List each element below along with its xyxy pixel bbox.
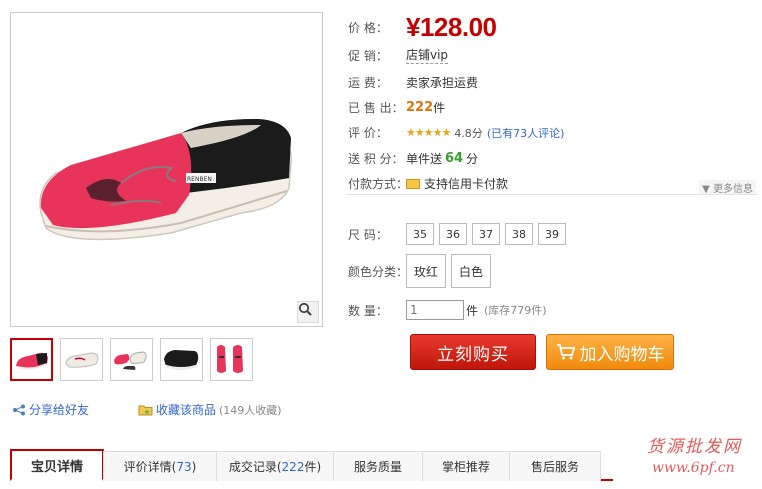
size-option-35[interactable]: 35 (406, 223, 434, 245)
shoe-brand-text: RENBEN (187, 176, 212, 183)
sold-label: 已 售 出： (348, 101, 404, 115)
thumbnail-2[interactable] (60, 338, 103, 381)
payment-row: 付款方式： 支持信用卡付款 (348, 175, 508, 192)
cart-icon (556, 344, 575, 360)
tab-label: 服务质量 (353, 460, 402, 474)
more-info-button[interactable]: ▼ 更多信息 (699, 180, 756, 195)
thumbnail-strip (10, 338, 253, 381)
size-option-36[interactable]: 36 (439, 223, 467, 245)
thumbnail-1[interactable] (10, 338, 53, 381)
promo-label: 促 销： (348, 48, 388, 63)
tab-label: 评价详情( (123, 460, 177, 474)
tab-label: 成交记录( (228, 460, 282, 474)
tab-count: 222 (281, 459, 305, 474)
tab-4[interactable]: 服务质量 (333, 451, 423, 481)
magnifier-icon (298, 302, 312, 316)
promo-value[interactable]: 店铺vip (406, 46, 449, 64)
section-divider (346, 194, 758, 195)
color-options: 玫红 白色 (406, 254, 496, 288)
price-label: 价 格： (348, 21, 388, 35)
rating-label: 评 价： (348, 126, 388, 140)
sold-unit: 件 (433, 101, 446, 115)
quantity-input[interactable]: 1 (406, 300, 464, 320)
size-label: 尺 码： (348, 227, 388, 242)
tab-3[interactable]: 成交记录(222 件) (216, 451, 334, 481)
tab-suffix: 件) (304, 460, 322, 474)
size-option-37[interactable]: 37 (472, 223, 500, 245)
size-option-38[interactable]: 38 (505, 223, 533, 245)
shipping-row: 运 费： 卖家承担运费 (348, 74, 478, 91)
size-options: 35 36 37 38 39 (406, 223, 566, 245)
quantity-row: 数 量： 1 件 (库存779件) (348, 300, 547, 320)
folder-star-icon (138, 405, 153, 415)
shipping-value: 卖家承担运费 (406, 76, 479, 90)
points-label: 送 积 分： (348, 152, 404, 166)
shipping-label: 运 费： (348, 76, 388, 90)
tab-5[interactable]: 掌柜推荐 (422, 451, 510, 481)
color-option-2[interactable]: 白色 (451, 254, 492, 288)
thumbnail-3[interactable] (110, 338, 153, 381)
color-label: 颜色分类： (348, 264, 409, 279)
price-row: 价 格： ¥128.00 (348, 12, 497, 43)
credit-card-icon (406, 178, 420, 189)
buy-now-label: 立刻购买 (437, 344, 509, 365)
color-row: 颜色分类： 玫红 白色 (348, 254, 496, 288)
favorite-count: (149人收藏) (219, 403, 282, 417)
points-row: 送 积 分： 单件送 64 分 (348, 150, 478, 167)
shoe-image: RENBEN (39, 118, 292, 241)
tab-suffix: ) (191, 459, 197, 474)
tab-label: 宝贝详情 (30, 459, 83, 475)
favorite-label: 收藏该商品 (156, 403, 217, 417)
stock-count: (库存779件) (484, 304, 547, 317)
size-option-39[interactable]: 39 (538, 223, 566, 245)
promo-row: 促 销： 店铺vip (348, 46, 449, 64)
tab-6[interactable]: 售后服务 (509, 451, 601, 481)
payment-label: 付款方式： (348, 177, 409, 191)
thumbnail-4[interactable] (160, 338, 203, 381)
zoom-button[interactable] (297, 301, 319, 323)
rating-review-link[interactable]: (已有73人评论) (487, 125, 565, 141)
sold-row: 已 售 出： 222 件 (348, 99, 445, 116)
tab-label: 掌柜推荐 (441, 460, 490, 474)
main-product-image[interactable]: RENBEN (10, 12, 323, 327)
payment-value: 支持信用卡付款 (424, 177, 509, 191)
price-value: ¥128.00 (406, 12, 497, 42)
tab-count: 73 (176, 459, 192, 474)
quantity-unit: 件 (466, 303, 479, 318)
add-to-cart-button[interactable]: 加入购物车 (546, 334, 674, 370)
add-to-cart-label: 加入购物车 (579, 344, 665, 365)
share-link[interactable]: 分享给好友 (12, 401, 89, 418)
rating-stars-icon: ★★★★★ (406, 126, 451, 139)
quantity-label: 数 量： (348, 303, 388, 318)
size-row: 尺 码： 35 36 37 38 39 (348, 223, 566, 245)
favorite-link[interactable]: 收藏该商品 (149人收藏) (138, 401, 282, 418)
watermark-url: www.6pf.cn (652, 460, 735, 476)
rating-score: 4.8分 (454, 126, 483, 140)
points-prefix: 单件送 (406, 152, 443, 166)
detail-tab-bar: 宝贝详情 评价详情(73) 成交记录(222 件) 服务质量 掌柜推荐 售后服务 (10, 449, 613, 481)
tab-1[interactable]: 宝贝详情 (10, 449, 104, 481)
share-label: 分享给好友 (29, 403, 90, 417)
points-value: 64 (445, 151, 464, 166)
watermark-title: 货源批发网 (647, 437, 742, 457)
points-unit: 分 (466, 152, 479, 166)
tab-2[interactable]: 评价详情(73) (103, 451, 217, 481)
sold-count: 222 (406, 100, 434, 115)
tab-label: 售后服务 (530, 460, 579, 474)
thumbnail-5[interactable] (210, 338, 253, 381)
color-option-1[interactable]: 玫红 (406, 254, 447, 288)
share-icon (13, 404, 25, 415)
rating-row: 评 价： ★★★★★ 4.8分 (已有73人评论) (348, 124, 564, 141)
buy-now-button[interactable]: 立刻购买 (410, 334, 536, 370)
